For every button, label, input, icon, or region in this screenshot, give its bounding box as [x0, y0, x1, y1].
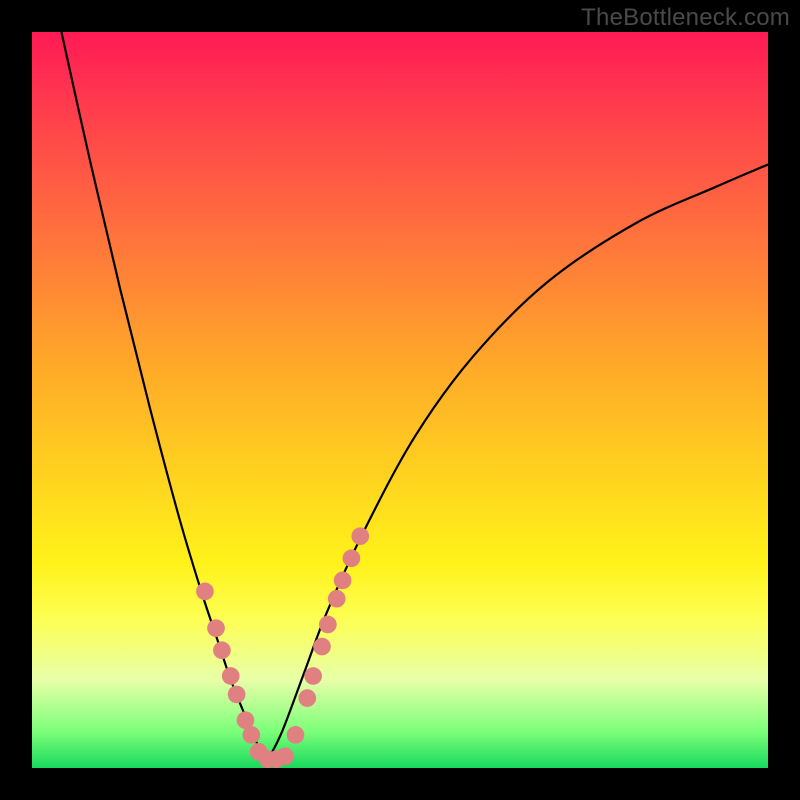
outer-frame: TheBottleneck.com: [0, 0, 800, 800]
marker-dot: [319, 616, 337, 634]
marker-dot: [242, 726, 260, 744]
marker-dot: [213, 641, 231, 659]
marker-dot: [207, 619, 225, 637]
marker-dot: [304, 667, 322, 685]
marker-dot: [298, 689, 316, 707]
marker-dot: [228, 686, 246, 704]
marker-dot: [287, 726, 305, 744]
marker-dot: [276, 747, 294, 765]
marker-dot: [222, 667, 240, 685]
watermark-text: TheBottleneck.com: [581, 4, 790, 32]
curve-left-branch: [61, 32, 267, 761]
marker-dot: [351, 527, 369, 545]
chart-svg: [32, 32, 768, 768]
marker-dot: [196, 583, 214, 601]
marker-dot: [343, 549, 361, 567]
marker-dot: [313, 638, 331, 656]
marker-dot: [334, 571, 352, 589]
curve-right-branch: [268, 164, 768, 760]
marker-dot: [328, 590, 346, 608]
plot-area: [32, 32, 768, 768]
